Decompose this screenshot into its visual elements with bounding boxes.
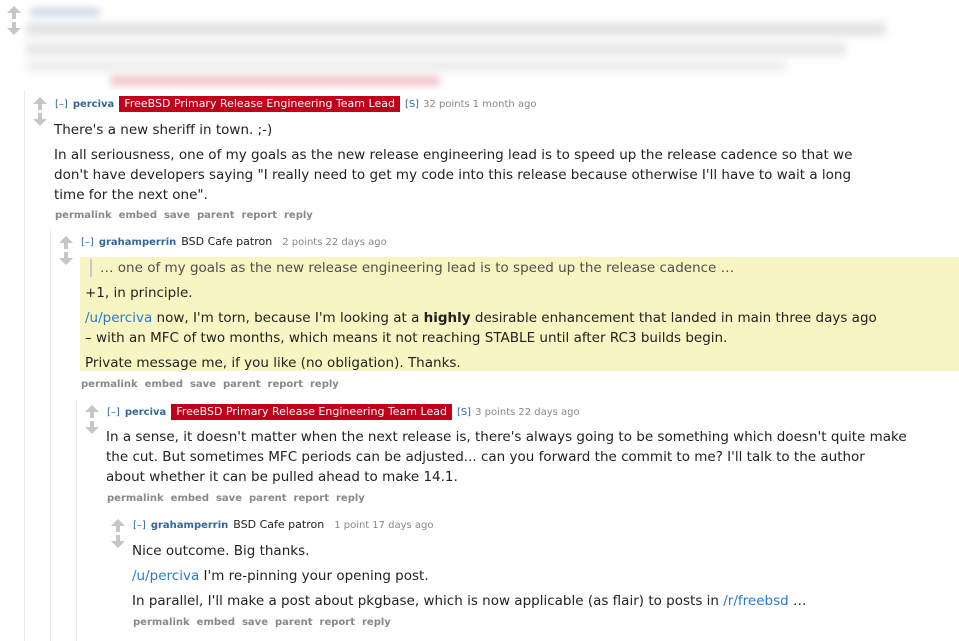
- comment-buttons: permalink embed save parent report reply: [81, 378, 346, 392]
- bold-text: highly: [423, 310, 471, 326]
- subreddit-link[interactable]: /r/freebsd: [723, 593, 788, 609]
- report-button[interactable]: report: [320, 617, 355, 628]
- upvote-arrow-icon[interactable]: [110, 519, 126, 533]
- comment-text: +1, in principle.: [85, 285, 193, 301]
- blurred-previous-content: [0, 0, 959, 90]
- user-flair: FreeBSD Primary Release Engineering Team…: [171, 404, 452, 420]
- comment-tagline: [–] perciva FreeBSD Primary Release Engine…: [55, 96, 537, 112]
- thread-line: [24, 90, 25, 641]
- comment-text: There's a new sheriff in town. ;-): [54, 122, 273, 138]
- reply-button[interactable]: reply: [284, 210, 313, 221]
- thread-line: [50, 230, 51, 641]
- author-link[interactable]: grahamperrin: [99, 237, 176, 248]
- user-mention-link[interactable]: /u/perciva: [132, 568, 199, 584]
- embed-button[interactable]: embed: [197, 617, 235, 628]
- permalink-button[interactable]: permalink: [81, 379, 138, 390]
- comment-text: In all seriousness, one of my goals as t…: [54, 147, 853, 163]
- comment-text: about whether it can be pulled ahead to …: [106, 469, 458, 485]
- downvote-arrow-icon[interactable]: [84, 421, 100, 435]
- author-link[interactable]: perciva: [73, 99, 115, 110]
- parent-button[interactable]: parent: [223, 379, 261, 390]
- comment-tagline: [–] grahamperrin BSD Cafe patron 1 point 17 …: [133, 518, 434, 533]
- comment-text: In a sense, it doesn't matter when the n…: [106, 429, 907, 445]
- collapse-toggle[interactable]: [–]: [81, 237, 94, 248]
- reply-button[interactable]: reply: [310, 379, 339, 390]
- comment-buttons: permalink embed save parent report reply: [107, 492, 372, 506]
- blockquote: … one of my goals as the new release eng…: [100, 260, 735, 276]
- parent-button[interactable]: parent: [249, 493, 287, 504]
- comment-text: /u/perciva I'm re-pinning your opening p…: [132, 568, 429, 584]
- author-link[interactable]: grahamperrin: [151, 520, 228, 531]
- embed-button[interactable]: embed: [119, 210, 157, 221]
- submitter-tag[interactable]: [S]: [457, 407, 471, 418]
- upvote-arrow-icon[interactable]: [6, 6, 22, 20]
- downvote-arrow-icon[interactable]: [110, 535, 126, 549]
- report-button[interactable]: report: [294, 493, 329, 504]
- comment-text: /u/perciva now, I'm torn, because I'm lo…: [85, 310, 877, 326]
- comment-buttons: permalink embed save parent report reply: [55, 209, 320, 223]
- comment-tagline: [–] perciva FreeBSD Primary Release Engine…: [107, 404, 580, 420]
- permalink-button[interactable]: permalink: [55, 210, 112, 221]
- save-button[interactable]: save: [242, 617, 268, 628]
- collapse-toggle[interactable]: [–]: [133, 520, 146, 531]
- comment-text: – with an MFC of two months, which means…: [85, 330, 728, 346]
- comment-text: don't have developers saying "I really n…: [54, 167, 852, 183]
- user-flair: BSD Cafe patron: [181, 235, 273, 248]
- comment-text: Nice outcome. Big thanks.: [132, 543, 310, 559]
- comment-tagline: [–] grahamperrin BSD Cafe patron 2 points 22…: [81, 235, 387, 250]
- user-flair: BSD Cafe patron: [233, 518, 325, 531]
- user-mention-link[interactable]: /u/perciva: [85, 310, 152, 326]
- comment-text: time for the next one".: [54, 187, 208, 203]
- score: 1 point: [334, 520, 370, 531]
- submitter-tag[interactable]: [S]: [405, 99, 419, 110]
- permalink-button[interactable]: permalink: [107, 493, 164, 504]
- downvote-arrow-icon[interactable]: [58, 252, 74, 266]
- user-flair: FreeBSD Primary Release Engineering Team…: [119, 96, 400, 112]
- score: 3 points: [475, 407, 516, 418]
- timestamp[interactable]: 22 days ago: [518, 407, 579, 418]
- reply-button[interactable]: reply: [362, 617, 391, 628]
- embed-button[interactable]: embed: [171, 493, 209, 504]
- timestamp[interactable]: 17 days ago: [372, 520, 433, 531]
- downvote-arrow-icon[interactable]: [32, 113, 48, 127]
- score: 2 points: [282, 237, 323, 248]
- parent-button[interactable]: parent: [275, 617, 313, 628]
- collapse-toggle[interactable]: [–]: [55, 99, 68, 110]
- save-button[interactable]: save: [190, 379, 216, 390]
- timestamp[interactable]: 1 month ago: [473, 99, 537, 110]
- report-button[interactable]: report: [268, 379, 303, 390]
- parent-button[interactable]: parent: [197, 210, 235, 221]
- thread-line: [76, 400, 77, 641]
- upvote-arrow-icon[interactable]: [84, 405, 100, 419]
- comment-buttons: permalink embed save parent report reply: [133, 616, 398, 630]
- author-link[interactable]: perciva: [125, 407, 167, 418]
- report-button[interactable]: report: [242, 210, 277, 221]
- timestamp[interactable]: 22 days ago: [325, 237, 386, 248]
- collapse-toggle[interactable]: [–]: [107, 407, 120, 418]
- upvote-arrow-icon[interactable]: [58, 236, 74, 250]
- comment-text: Private message me, if you like (no obli…: [85, 355, 461, 371]
- blockquote-bar: [90, 259, 92, 277]
- comment-text: In parallel, I'll make a post about pkgb…: [132, 593, 807, 609]
- permalink-button[interactable]: permalink: [133, 617, 190, 628]
- upvote-arrow-icon[interactable]: [32, 97, 48, 111]
- downvote-arrow-icon[interactable]: [6, 22, 22, 36]
- save-button[interactable]: save: [164, 210, 190, 221]
- comment-text: the cut. But sometimes MFC periods can b…: [106, 449, 865, 465]
- score: 32 points: [423, 99, 470, 110]
- embed-button[interactable]: embed: [145, 379, 183, 390]
- save-button[interactable]: save: [216, 493, 242, 504]
- reply-button[interactable]: reply: [336, 493, 365, 504]
